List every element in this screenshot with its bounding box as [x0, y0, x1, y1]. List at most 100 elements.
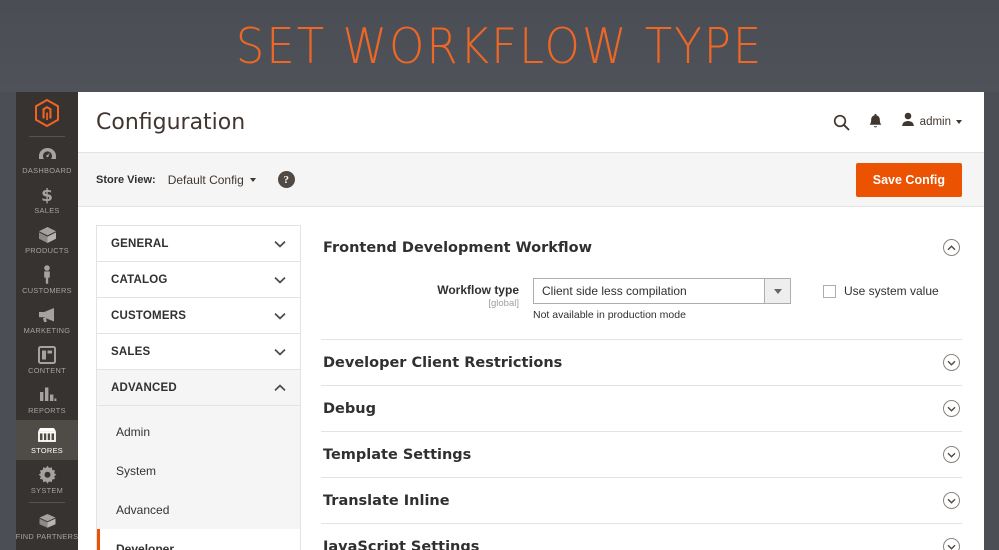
workflow-type-select[interactable]: Client side less compilation	[533, 278, 791, 304]
cfg-advanced-subitems: Admin System Advanced Developer	[97, 406, 300, 550]
section-expand-toggle[interactable]	[943, 400, 960, 417]
sidebar-label: REPORTS	[28, 406, 66, 415]
configuration-body: GENERAL CATALOG CUSTOMERS SALES ADVANCED…	[78, 207, 984, 550]
configuration-content: Frontend Development Workflow Workflow t…	[301, 225, 962, 550]
section-expand-toggle[interactable]	[943, 492, 960, 509]
cfg-group-catalog[interactable]: CATALOG	[97, 262, 300, 298]
sidebar-item-customers[interactable]: CUSTOMERS	[16, 260, 78, 300]
cfg-subitem-label: Advanced	[116, 502, 170, 517]
storefront-icon	[37, 425, 57, 444]
banner-title: SET WORKFLOW TYPE	[235, 17, 764, 75]
chevron-down-icon	[764, 279, 790, 303]
section-header[interactable]: Template Settings	[321, 432, 962, 477]
sidebar-item-reports[interactable]: REPORTS	[16, 380, 78, 420]
user-avatar-icon	[901, 112, 915, 132]
sidebar-item-sales[interactable]: $ SALES	[16, 180, 78, 220]
section-frontend-development-workflow: Frontend Development Workflow Workflow t…	[321, 225, 962, 340]
cfg-group-label: CATALOG	[111, 273, 168, 286]
cfg-group-customers[interactable]: CUSTOMERS	[97, 298, 300, 334]
sidebar-label: SYSTEM	[30, 486, 64, 495]
section-header[interactable]: Frontend Development Workflow	[321, 225, 962, 270]
chevron-down-circle-icon	[943, 400, 960, 417]
field-label: Workflow type	[437, 283, 519, 297]
sidebar-label: FIND PARTNERS	[16, 532, 79, 541]
cfg-subitem-developer[interactable]: Developer	[97, 529, 300, 550]
sidebar-item-content[interactable]: CONTENT	[16, 340, 78, 380]
dollar-icon: $	[40, 185, 54, 204]
gear-icon	[38, 465, 57, 484]
page-header: Configuration admin	[78, 92, 984, 152]
cfg-group-general[interactable]: GENERAL	[97, 226, 300, 262]
dashboard-icon	[38, 145, 57, 164]
field-workflow-type: Workflow type [global] Client side less …	[321, 278, 962, 321]
sidebar-item-system[interactable]: SYSTEM	[16, 460, 78, 500]
magento-logo[interactable]	[16, 92, 78, 134]
bell-icon[interactable]	[868, 113, 883, 131]
sidebar-item-stores[interactable]: STORES	[16, 420, 78, 460]
section-header[interactable]: JavaScript Settings	[321, 524, 962, 550]
section-title: Template Settings	[323, 446, 472, 463]
chevron-down-circle-icon	[943, 354, 960, 371]
question-mark-icon[interactable]: ?	[277, 171, 295, 188]
user-menu[interactable]: admin	[901, 112, 962, 132]
field-hint: Not available in production mode	[533, 309, 686, 321]
section-title: Translate Inline	[323, 492, 450, 509]
section-header[interactable]: Developer Client Restrictions	[321, 340, 962, 385]
cfg-group-label: GENERAL	[111, 237, 169, 250]
megaphone-icon	[37, 305, 57, 324]
section-javascript-settings: JavaScript Settings	[321, 524, 962, 550]
person-icon	[41, 265, 53, 284]
user-name: admin	[919, 116, 951, 128]
chevron-up-icon	[274, 383, 286, 392]
configuration-nav: GENERAL CATALOG CUSTOMERS SALES ADVANCED…	[96, 225, 301, 550]
field-scope: [global]	[488, 298, 519, 310]
section-developer-client-restrictions: Developer Client Restrictions	[321, 340, 962, 386]
dropdown-triangle	[773, 288, 782, 294]
sidebar-label: PRODUCTS	[25, 246, 69, 255]
sidebar-label: CUSTOMERS	[22, 286, 72, 295]
section-expand-toggle[interactable]	[943, 538, 960, 550]
use-system-value-checkbox[interactable]	[823, 284, 836, 298]
cfg-subitem-advanced[interactable]: Advanced	[97, 490, 300, 529]
sidebar-item-dashboard[interactable]: DASHBOARD	[16, 140, 78, 180]
store-view-value: Default Config	[167, 172, 244, 187]
section-title: Frontend Development Workflow	[323, 239, 592, 256]
banner: SET WORKFLOW TYPE	[0, 0, 999, 92]
cfg-subitem-label: Admin	[116, 424, 151, 439]
chevron-down-icon	[249, 177, 256, 182]
magento-logo-icon	[35, 99, 59, 127]
cfg-group-sales[interactable]: SALES	[97, 334, 300, 370]
cfg-group-label: ADVANCED	[111, 381, 177, 394]
sidebar-label: STORES	[30, 446, 64, 455]
section-title: Debug	[323, 400, 376, 417]
section-expand-toggle[interactable]	[943, 354, 960, 371]
admin-sidebar: DASHBOARD $ SALES PRODUCTS CUSTOMERS MAR…	[16, 92, 78, 550]
sidebar-item-products[interactable]: PRODUCTS	[16, 220, 78, 260]
sidebar-divider-top	[29, 136, 65, 137]
store-view-select[interactable]: Default Config	[168, 173, 256, 187]
section-header[interactable]: Translate Inline	[321, 478, 962, 523]
section-collapse-toggle[interactable]	[943, 239, 960, 256]
sidebar-item-marketing[interactable]: MARKETING	[16, 300, 78, 340]
admin-app-window: DASHBOARD $ SALES PRODUCTS CUSTOMERS MAR…	[16, 92, 984, 550]
save-config-button[interactable]: Save Config	[855, 162, 962, 197]
field-label-column: Workflow type [global]	[321, 278, 533, 309]
cfg-group-label: SALES	[111, 345, 151, 358]
cfg-group-advanced[interactable]: ADVANCED	[97, 370, 300, 406]
section-expand-toggle[interactable]	[943, 446, 960, 463]
section-debug: Debug	[321, 386, 962, 432]
sidebar-label: DASHBOARD	[22, 166, 72, 175]
search-icon[interactable]	[833, 114, 850, 131]
sidebar-label: CONTENT	[28, 366, 66, 375]
chevron-down-icon	[956, 120, 962, 124]
workflow-type-value: Client side less compilation	[542, 284, 687, 298]
cfg-subitem-system[interactable]: System	[97, 451, 300, 490]
chevron-down-circle-icon	[943, 492, 960, 509]
section-header[interactable]: Debug	[321, 386, 962, 431]
cfg-subitem-label: System	[116, 463, 157, 478]
cfg-subitem-admin[interactable]: Admin	[97, 412, 300, 451]
cfg-subitem-label: Developer	[116, 541, 175, 550]
sidebar-item-find-partners[interactable]: FIND PARTNERS	[16, 506, 78, 546]
chevron-down-icon	[274, 240, 286, 248]
store-view-bar: Store View: Default Config ? Save Config	[78, 152, 984, 207]
